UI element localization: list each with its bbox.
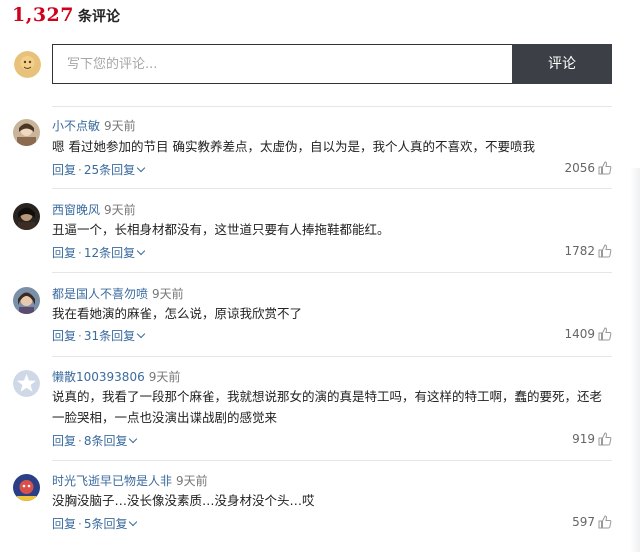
comment-username[interactable]: 西窗晚风 xyxy=(52,203,100,217)
reply-link[interactable]: 回复 xyxy=(52,434,76,448)
like-count: 597 xyxy=(572,515,595,529)
reply-link[interactable]: 回复 xyxy=(52,246,76,260)
avatar xyxy=(13,287,40,314)
comment-username[interactable]: 小不点敏 xyxy=(52,119,100,133)
comments-header: 1,327 条评论 xyxy=(12,4,120,28)
current-user-avatar xyxy=(14,51,41,78)
comment-input[interactable]: 写下您的评论... xyxy=(52,44,512,84)
comment-text: 没胸没脑子…没长像没素质…没身材没个头…哎 xyxy=(52,493,315,508)
comment-time: 9天前 xyxy=(176,474,208,488)
comment-count: 1,327 xyxy=(12,4,74,26)
like-button[interactable]: 2056 xyxy=(564,161,612,175)
reply-link[interactable]: 回复 xyxy=(52,329,76,343)
comment-time: 9天前 xyxy=(152,287,184,301)
submit-comment-button[interactable]: 评论 xyxy=(512,44,612,84)
chevron-down-icon[interactable] xyxy=(136,163,146,173)
comment-time: 9天前 xyxy=(104,119,136,133)
comment-text: 嗯 看过她参加的节目 确实教养差点，太虚伪，自以为是，我个人真的不喜欢，不要喷我 xyxy=(52,139,535,154)
like-count: 2056 xyxy=(564,161,595,175)
comment-username[interactable]: 时光飞逝早已物是人非 xyxy=(52,474,172,488)
thumbs-up-icon[interactable] xyxy=(598,432,612,446)
thumbs-up-icon[interactable] xyxy=(598,161,612,175)
divider xyxy=(52,272,612,273)
chevron-down-icon[interactable] xyxy=(136,329,146,339)
divider xyxy=(52,106,612,107)
divider xyxy=(52,356,612,357)
view-replies-link[interactable]: 25条回复 xyxy=(84,163,135,177)
comment-time: 9天前 xyxy=(104,203,136,217)
like-count: 1782 xyxy=(564,244,595,258)
like-count: 919 xyxy=(572,432,595,446)
divider xyxy=(52,188,612,189)
reply-link[interactable]: 回复 xyxy=(52,163,76,177)
like-button[interactable]: 1409 xyxy=(564,327,612,341)
comment-composer: 写下您的评论... 评论 xyxy=(12,44,612,86)
comment-text: 丑逼一个，长相身材都没有，这世道只要有人捧拖鞋都能红。 xyxy=(52,222,390,237)
like-count: 1409 xyxy=(564,327,595,341)
avatar xyxy=(13,119,40,146)
scrollbar-track[interactable] xyxy=(630,168,640,552)
comment-count-label: 条评论 xyxy=(78,9,120,25)
like-button[interactable]: 597 xyxy=(572,515,612,529)
chevron-down-icon[interactable] xyxy=(129,434,138,444)
comment-text: 说真的，我看了一段那个麻雀，我就想说那女的演的真是特工吗，有这样的特工啊，蠢的要… xyxy=(52,389,603,425)
avatar xyxy=(13,370,40,397)
chevron-down-icon[interactable] xyxy=(136,246,146,256)
view-replies-link[interactable]: 8条回复 xyxy=(84,434,128,448)
comment-username[interactable]: 都是国人不喜勿喷 xyxy=(52,287,148,301)
thumbs-up-icon[interactable] xyxy=(598,327,612,341)
view-replies-link[interactable]: 5条回复 xyxy=(84,517,128,531)
avatar xyxy=(13,203,40,230)
like-button[interactable]: 1782 xyxy=(564,244,612,258)
reply-link[interactable]: 回复 xyxy=(52,517,76,531)
avatar xyxy=(13,474,40,501)
view-replies-link[interactable]: 31条回复 xyxy=(84,329,135,343)
divider xyxy=(52,460,612,461)
view-replies-link[interactable]: 12条回复 xyxy=(84,246,135,260)
comment-time: 9天前 xyxy=(148,370,181,384)
like-button[interactable]: 919 xyxy=(572,432,612,446)
comment-username[interactable]: 懒散100393806 xyxy=(52,370,145,384)
thumbs-up-icon[interactable] xyxy=(598,244,612,258)
chevron-down-icon[interactable] xyxy=(129,517,138,527)
comment-text: 我在看她演的麻雀，怎么说，原谅我欣赏不了 xyxy=(52,306,303,321)
thumbs-up-icon[interactable] xyxy=(598,515,612,529)
